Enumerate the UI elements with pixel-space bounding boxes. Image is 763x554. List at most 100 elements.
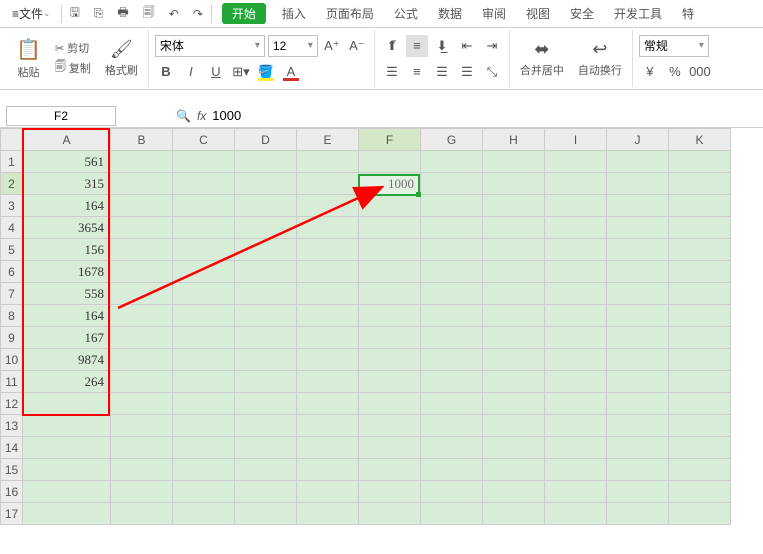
cell[interactable] (235, 327, 297, 349)
align-bottom-icon[interactable]: ⬇̲ (431, 35, 453, 57)
col-header-G[interactable]: G (421, 129, 483, 151)
cell[interactable] (297, 503, 359, 525)
cell[interactable] (607, 393, 669, 415)
align-left-icon[interactable]: ☰ (381, 61, 403, 83)
cell[interactable] (359, 415, 421, 437)
italic-button[interactable]: I (180, 61, 202, 83)
cell[interactable] (111, 327, 173, 349)
cell[interactable] (545, 283, 607, 305)
cell[interactable] (297, 261, 359, 283)
tab-dev[interactable]: 开发工具 (604, 5, 672, 22)
cell[interactable] (235, 283, 297, 305)
cell[interactable] (359, 305, 421, 327)
cell[interactable] (421, 305, 483, 327)
menu-hamburger[interactable]: ≡ 文件 ⌄ (6, 0, 57, 28)
col-header-D[interactable]: D (235, 129, 297, 151)
cell[interactable] (235, 503, 297, 525)
comma-icon[interactable]: 000 (689, 61, 711, 83)
row-header[interactable]: 3 (1, 195, 23, 217)
cell[interactable] (235, 393, 297, 415)
cell[interactable] (359, 371, 421, 393)
cell[interactable]: 164 (23, 305, 111, 327)
cell[interactable] (173, 239, 235, 261)
cell[interactable] (421, 459, 483, 481)
cell[interactable] (421, 437, 483, 459)
cell[interactable] (359, 503, 421, 525)
cell[interactable] (421, 217, 483, 239)
cell[interactable] (111, 393, 173, 415)
paste-button[interactable]: 📋 粘贴 (12, 35, 45, 82)
row-header[interactable]: 17 (1, 503, 23, 525)
row-header[interactable]: 13 (1, 415, 23, 437)
cell[interactable] (235, 415, 297, 437)
cell[interactable] (111, 415, 173, 437)
cell[interactable] (421, 261, 483, 283)
merge-center-button[interactable]: ⬌ 合并居中 (516, 37, 568, 80)
cell[interactable] (607, 415, 669, 437)
col-header-F[interactable]: F (359, 129, 421, 151)
tab-formula[interactable]: 公式 (384, 5, 428, 22)
tab-review[interactable]: 审阅 (472, 5, 516, 22)
cell[interactable] (421, 195, 483, 217)
cell[interactable] (669, 195, 731, 217)
orientation-icon[interactable]: ⤡ (481, 61, 503, 83)
cell[interactable] (23, 481, 111, 503)
cell[interactable] (297, 393, 359, 415)
cell[interactable] (607, 151, 669, 173)
cell[interactable]: 561 (23, 151, 111, 173)
formula-input[interactable] (212, 108, 412, 123)
cell[interactable] (235, 437, 297, 459)
cell[interactable] (545, 305, 607, 327)
cell[interactable] (421, 415, 483, 437)
cell[interactable] (235, 195, 297, 217)
save-as-icon[interactable]: ⎘ (90, 6, 108, 21)
cell[interactable] (235, 239, 297, 261)
cell[interactable] (607, 217, 669, 239)
align-middle-icon[interactable]: ≡ (406, 35, 428, 57)
cell[interactable] (235, 217, 297, 239)
cell[interactable] (421, 239, 483, 261)
cell[interactable] (483, 195, 545, 217)
cell[interactable] (483, 239, 545, 261)
cell[interactable] (669, 173, 731, 195)
cell[interactable] (483, 173, 545, 195)
cell[interactable]: 3654 (23, 217, 111, 239)
cell[interactable] (297, 239, 359, 261)
cell[interactable] (23, 459, 111, 481)
cell[interactable] (607, 503, 669, 525)
cell[interactable] (111, 305, 173, 327)
cell[interactable] (421, 173, 483, 195)
cell[interactable] (483, 305, 545, 327)
cell[interactable]: 558 (23, 283, 111, 305)
cell[interactable] (421, 503, 483, 525)
cell[interactable] (483, 261, 545, 283)
cell[interactable] (111, 371, 173, 393)
cell[interactable] (545, 481, 607, 503)
cell[interactable] (235, 459, 297, 481)
cell[interactable]: 1678 (23, 261, 111, 283)
grid[interactable]: A B C D E F G H I J K 156123151000316443… (0, 128, 731, 525)
align-right-icon[interactable]: ☰ (431, 61, 453, 83)
cell[interactable] (235, 481, 297, 503)
col-header-H[interactable]: H (483, 129, 545, 151)
cell[interactable] (483, 459, 545, 481)
tab-view[interactable]: 视图 (516, 5, 560, 22)
row-header[interactable]: 8 (1, 305, 23, 327)
cell[interactable] (669, 371, 731, 393)
cell[interactable] (359, 151, 421, 173)
cell[interactable] (483, 437, 545, 459)
cell[interactable] (111, 481, 173, 503)
col-header-C[interactable]: C (173, 129, 235, 151)
cell[interactable] (297, 327, 359, 349)
cell[interactable] (111, 503, 173, 525)
cell[interactable] (545, 261, 607, 283)
cell[interactable] (297, 437, 359, 459)
select-all-corner[interactable] (1, 129, 23, 151)
bold-button[interactable]: B (155, 61, 177, 83)
tab-security[interactable]: 安全 (560, 5, 604, 22)
cell[interactable] (23, 503, 111, 525)
font-size-select[interactable]: 12▾ (268, 35, 318, 57)
cell[interactable]: 156 (23, 239, 111, 261)
cell[interactable] (359, 195, 421, 217)
cell[interactable] (173, 437, 235, 459)
